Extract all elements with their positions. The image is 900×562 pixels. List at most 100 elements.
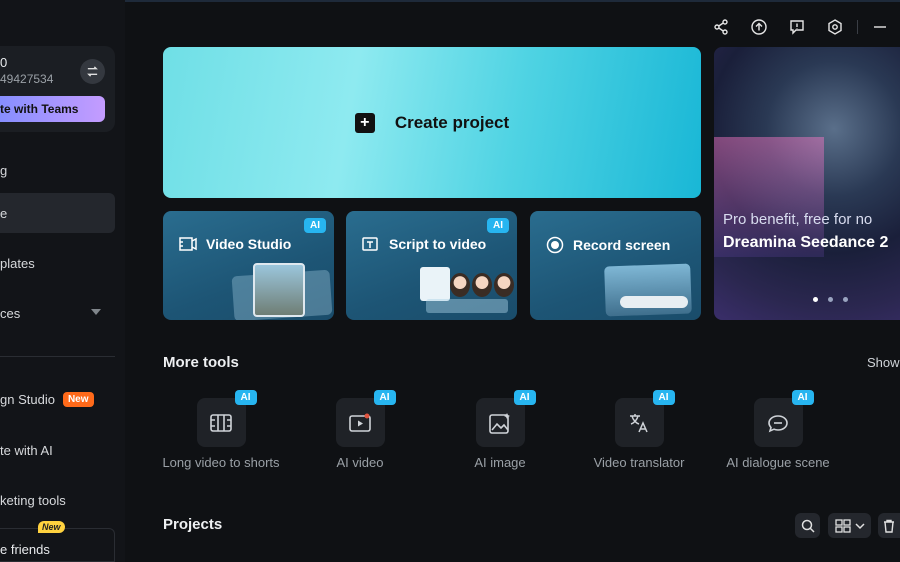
tool-icon-box: AI xyxy=(614,390,675,447)
trash-icon xyxy=(884,519,894,533)
script-to-video-label: Script to video xyxy=(389,236,487,252)
carousel-dot[interactable] xyxy=(843,297,848,302)
tool-long-video-to-shorts[interactable]: AI Long video to shorts xyxy=(161,390,281,471)
grid-view-icon xyxy=(834,518,851,533)
tool-label: AI image xyxy=(474,455,526,470)
create-with-teams-button[interactable]: te with Teams xyxy=(0,96,105,122)
ai-badge: AI xyxy=(373,390,396,405)
view-mode-dropdown[interactable] xyxy=(828,513,871,538)
text-box-icon xyxy=(362,237,378,251)
feedback-icon[interactable] xyxy=(788,18,806,36)
share-icon[interactable] xyxy=(712,18,730,36)
invite-friends-button[interactable]: New e friends xyxy=(0,521,115,562)
play-video-icon xyxy=(349,413,371,432)
sidebar-item-label: plates xyxy=(0,255,35,271)
record-screen-card[interactable]: Record screen xyxy=(530,211,701,320)
ai-badge: AI xyxy=(234,390,257,405)
sidebar-item-label: keting tools xyxy=(0,492,66,508)
sidebar-item-label: e xyxy=(0,205,8,221)
sidebar-divider xyxy=(0,356,115,357)
record-screen-label: Record screen xyxy=(573,237,671,253)
record-screen-preview xyxy=(604,263,692,317)
account-name: 0 xyxy=(0,55,8,70)
ai-badge: AI xyxy=(513,390,536,405)
sidebar: 0 49427534 te with Teams g e plates ces … xyxy=(0,0,125,562)
minimize-icon[interactable] xyxy=(871,18,889,36)
image-sparkle-icon xyxy=(489,412,510,434)
sidebar-item-templates[interactable]: plates xyxy=(0,243,115,283)
chevron-down-icon xyxy=(91,309,101,315)
record-screen-title: Record screen xyxy=(546,236,670,254)
script-preview-bar xyxy=(426,299,508,313)
tool-ai-image[interactable]: AI AI image xyxy=(440,390,560,471)
invite-label: e friends xyxy=(0,542,50,557)
carousel-dot[interactable] xyxy=(828,297,833,302)
settings-hex-icon[interactable] xyxy=(826,18,844,36)
video-studio-label: Video Studio xyxy=(206,236,292,252)
chevron-down-icon xyxy=(854,522,865,529)
show-all-link[interactable]: Show xyxy=(867,355,900,370)
tool-icon-box: AI xyxy=(753,390,814,447)
tool-label: Long video to shorts xyxy=(162,455,280,470)
create-project-button[interactable]: + Create project xyxy=(163,47,701,198)
tool-icon-box: AI xyxy=(335,390,396,447)
script-to-video-card[interactable]: AI Script to video xyxy=(346,211,517,320)
ai-badge: AI xyxy=(487,218,509,233)
carousel-dot[interactable] xyxy=(813,297,818,302)
tool-ai-video[interactable]: AI AI video xyxy=(300,390,420,471)
sidebar-item-0[interactable]: g xyxy=(0,150,115,190)
tool-video-translator[interactable]: AI Video translator xyxy=(579,390,699,471)
dialogue-bubble-icon xyxy=(768,414,788,432)
ai-badge: AI xyxy=(652,390,675,405)
sidebar-item-home[interactable]: e xyxy=(0,193,115,233)
new-badge: New xyxy=(38,521,65,533)
switch-account-button[interactable] xyxy=(80,59,105,84)
script-doc-preview xyxy=(420,267,450,301)
sidebar-item-design-studio[interactable]: gn Studio New xyxy=(0,379,115,419)
film-icon xyxy=(179,237,197,251)
tool-label: AI dialogue scene xyxy=(726,455,830,470)
more-tools-heading: More tools xyxy=(163,354,239,371)
ai-badge: AI xyxy=(304,218,326,233)
banner-title: Dreamina Seedance 2 xyxy=(723,234,889,251)
video-studio-title: Video Studio xyxy=(179,236,291,252)
avatar-preview xyxy=(472,273,492,297)
video-studio-card[interactable]: AI Video Studio xyxy=(163,211,334,320)
sidebar-item-label: ces xyxy=(0,305,21,321)
translate-icon xyxy=(630,413,648,432)
tool-icon-box: AI xyxy=(196,390,257,447)
promo-banner[interactable]: Pro benefit, free for no Dreamina Seedan… xyxy=(714,47,900,320)
account-id: 49427534 xyxy=(0,72,54,86)
window-top-border xyxy=(0,0,900,2)
sidebar-item-marketing-tools[interactable]: keting tools xyxy=(0,480,115,520)
sidebar-item-spaces[interactable]: ces xyxy=(0,293,115,333)
plus-icon: + xyxy=(354,112,375,133)
record-screen-toolbar-preview xyxy=(620,296,688,308)
tool-ai-dialogue-scene[interactable]: AI AI dialogue scene xyxy=(718,390,838,471)
tool-label: Video translator xyxy=(593,455,685,470)
delete-projects-button[interactable] xyxy=(878,513,900,538)
tool-icon-box: AI xyxy=(475,390,536,447)
film-strip-icon xyxy=(210,413,232,432)
video-studio-preview xyxy=(253,263,305,317)
account-card: 0 49427534 te with Teams xyxy=(0,46,115,132)
sidebar-item-create-with-ai[interactable]: te with AI xyxy=(0,430,115,470)
script-to-video-title: Script to video xyxy=(362,236,486,252)
upload-icon[interactable] xyxy=(750,18,768,36)
avatar-preview xyxy=(450,273,470,297)
avatar-preview xyxy=(494,273,514,297)
search-projects-button[interactable] xyxy=(795,513,820,538)
sidebar-item-label: g xyxy=(0,162,8,178)
banner-subtitle: Pro benefit, free for no xyxy=(723,211,873,228)
sidebar-item-label: te with AI xyxy=(0,442,53,458)
create-project-label: Create project xyxy=(394,112,510,132)
swap-icon xyxy=(87,66,98,77)
projects-heading: Projects xyxy=(163,516,223,533)
sidebar-item-label: gn Studio xyxy=(0,391,55,407)
ai-badge: AI xyxy=(791,390,814,405)
tool-label: AI video xyxy=(336,455,384,470)
new-badge: New xyxy=(62,391,94,407)
record-icon xyxy=(546,236,564,254)
topbar-separator xyxy=(857,20,858,34)
search-icon xyxy=(801,519,815,533)
